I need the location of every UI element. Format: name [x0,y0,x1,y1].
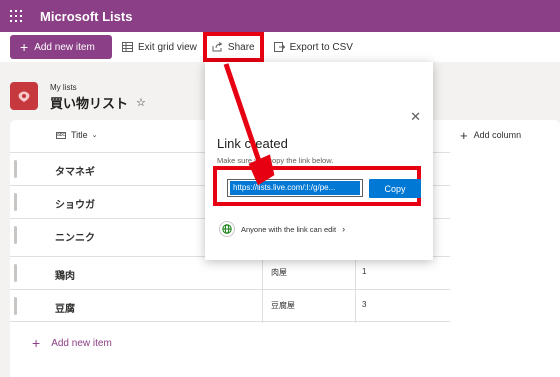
column-header-title[interactable]: abc Title ⌄ [56,130,98,140]
grid-icon [122,42,133,52]
plus-icon: + [20,39,29,55]
add-new-item-button[interactable]: + Add new item [10,35,112,59]
row-handle[interactable] [14,193,17,211]
export-icon [273,42,285,52]
close-icon[interactable]: ✕ [410,110,421,123]
chevron-down-icon: ⌄ [91,132,98,139]
add-new-item-row-label: Add new item [51,337,112,349]
add-column-button[interactable]: + Add column [460,127,522,143]
row-cell[interactable]: 豆腐屋 [262,290,355,323]
table-row[interactable]: 鶏肉 肉屋 1 [10,256,450,290]
share-label: Share [227,41,255,53]
plus-icon: + [32,335,41,351]
link-highlight-box: https://lists.live.com/:l:/g/pe... Copy [213,166,421,206]
export-csv-button[interactable]: Export to CSV [273,35,353,59]
row-title[interactable]: ショウガ [55,196,95,211]
row-title[interactable]: 豆腐 [55,300,75,315]
link-text: https://lists.live.com/:l:/g/pe... [230,181,360,195]
list-header: My lists 買い物リスト ☆ [10,80,146,112]
copy-button[interactable]: Copy [369,179,421,198]
row-cell[interactable]: 1 [355,257,450,290]
link-permission-button[interactable]: Anyone with the link can edit › [219,221,345,237]
add-new-item-row-button[interactable]: + Add new item [32,335,112,351]
row-title[interactable]: 鶏肉 [55,267,75,282]
exit-grid-view-label: Exit grid view [138,41,197,53]
table-row[interactable]: 豆腐 豆腐屋 3 [10,289,450,323]
row-handle[interactable] [14,160,17,178]
list-icon [10,82,38,110]
plus-icon: + [460,127,468,143]
favorite-star-icon[interactable]: ☆ [136,96,146,109]
breadcrumb[interactable]: My lists [50,83,146,92]
column-title-label: Title [71,130,88,140]
permission-label: Anyone with the link can edit [241,224,337,234]
dialog-title: Link created [217,136,288,151]
link-field[interactable]: https://lists.live.com/:l:/g/pe... [227,179,363,197]
share-button[interactable]: Share [202,32,264,62]
globe-icon [219,221,235,237]
row-handle[interactable] [14,264,17,282]
list-title: 買い物リスト [50,96,129,111]
app-title[interactable]: Microsoft Lists [40,9,132,24]
dialog-subtitle: Make sure you copy the link below. [217,156,334,165]
row-handle[interactable] [14,297,17,315]
share-dialog: ✕ Link created Make sure you copy the li… [205,62,433,260]
row-cell[interactable]: 3 [355,290,450,323]
row-handle[interactable] [14,226,17,244]
add-new-item-label: Add new item [34,41,95,53]
chevron-right-icon: › [342,224,346,234]
suite-bar: Microsoft Lists [0,0,560,32]
text-column-icon: abc [56,131,66,139]
row-title[interactable]: タマネギ [55,163,95,178]
exit-grid-view-button[interactable]: Exit grid view [122,35,197,59]
row-cell[interactable]: 肉屋 [262,257,355,290]
command-bar: + Add new item Exit grid view Share Expo… [0,32,560,62]
row-title[interactable]: ニンニク [55,229,95,244]
share-icon [212,42,223,52]
add-column-label: Add column [473,130,522,140]
export-csv-label: Export to CSV [289,41,353,53]
app-launcher-icon[interactable] [0,0,32,32]
